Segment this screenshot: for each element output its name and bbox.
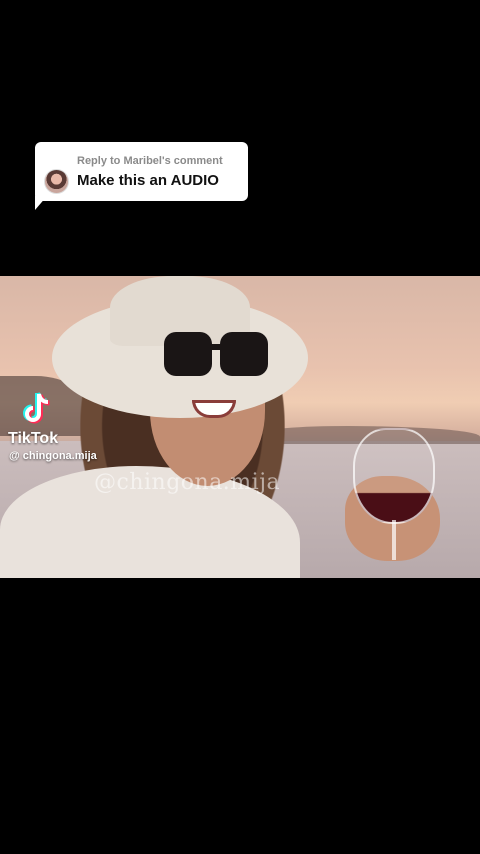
avatar xyxy=(44,169,69,194)
reply-bubble-tail xyxy=(35,196,47,210)
video-watermark: @chingona.mija xyxy=(94,470,281,495)
reply-header: Reply to Maribel's comment xyxy=(77,155,223,167)
reply-comment-text: Make this an AUDIO xyxy=(77,172,219,189)
tiktok-handle[interactable]: @ chingona.mija xyxy=(9,450,97,462)
wine-glass xyxy=(353,428,435,560)
tiktok-note-icon xyxy=(23,392,50,424)
tiktok-brand: TikTok xyxy=(8,430,59,447)
sunglasses xyxy=(164,332,268,382)
video-frame[interactable]: @chingona.mija xyxy=(0,276,480,578)
